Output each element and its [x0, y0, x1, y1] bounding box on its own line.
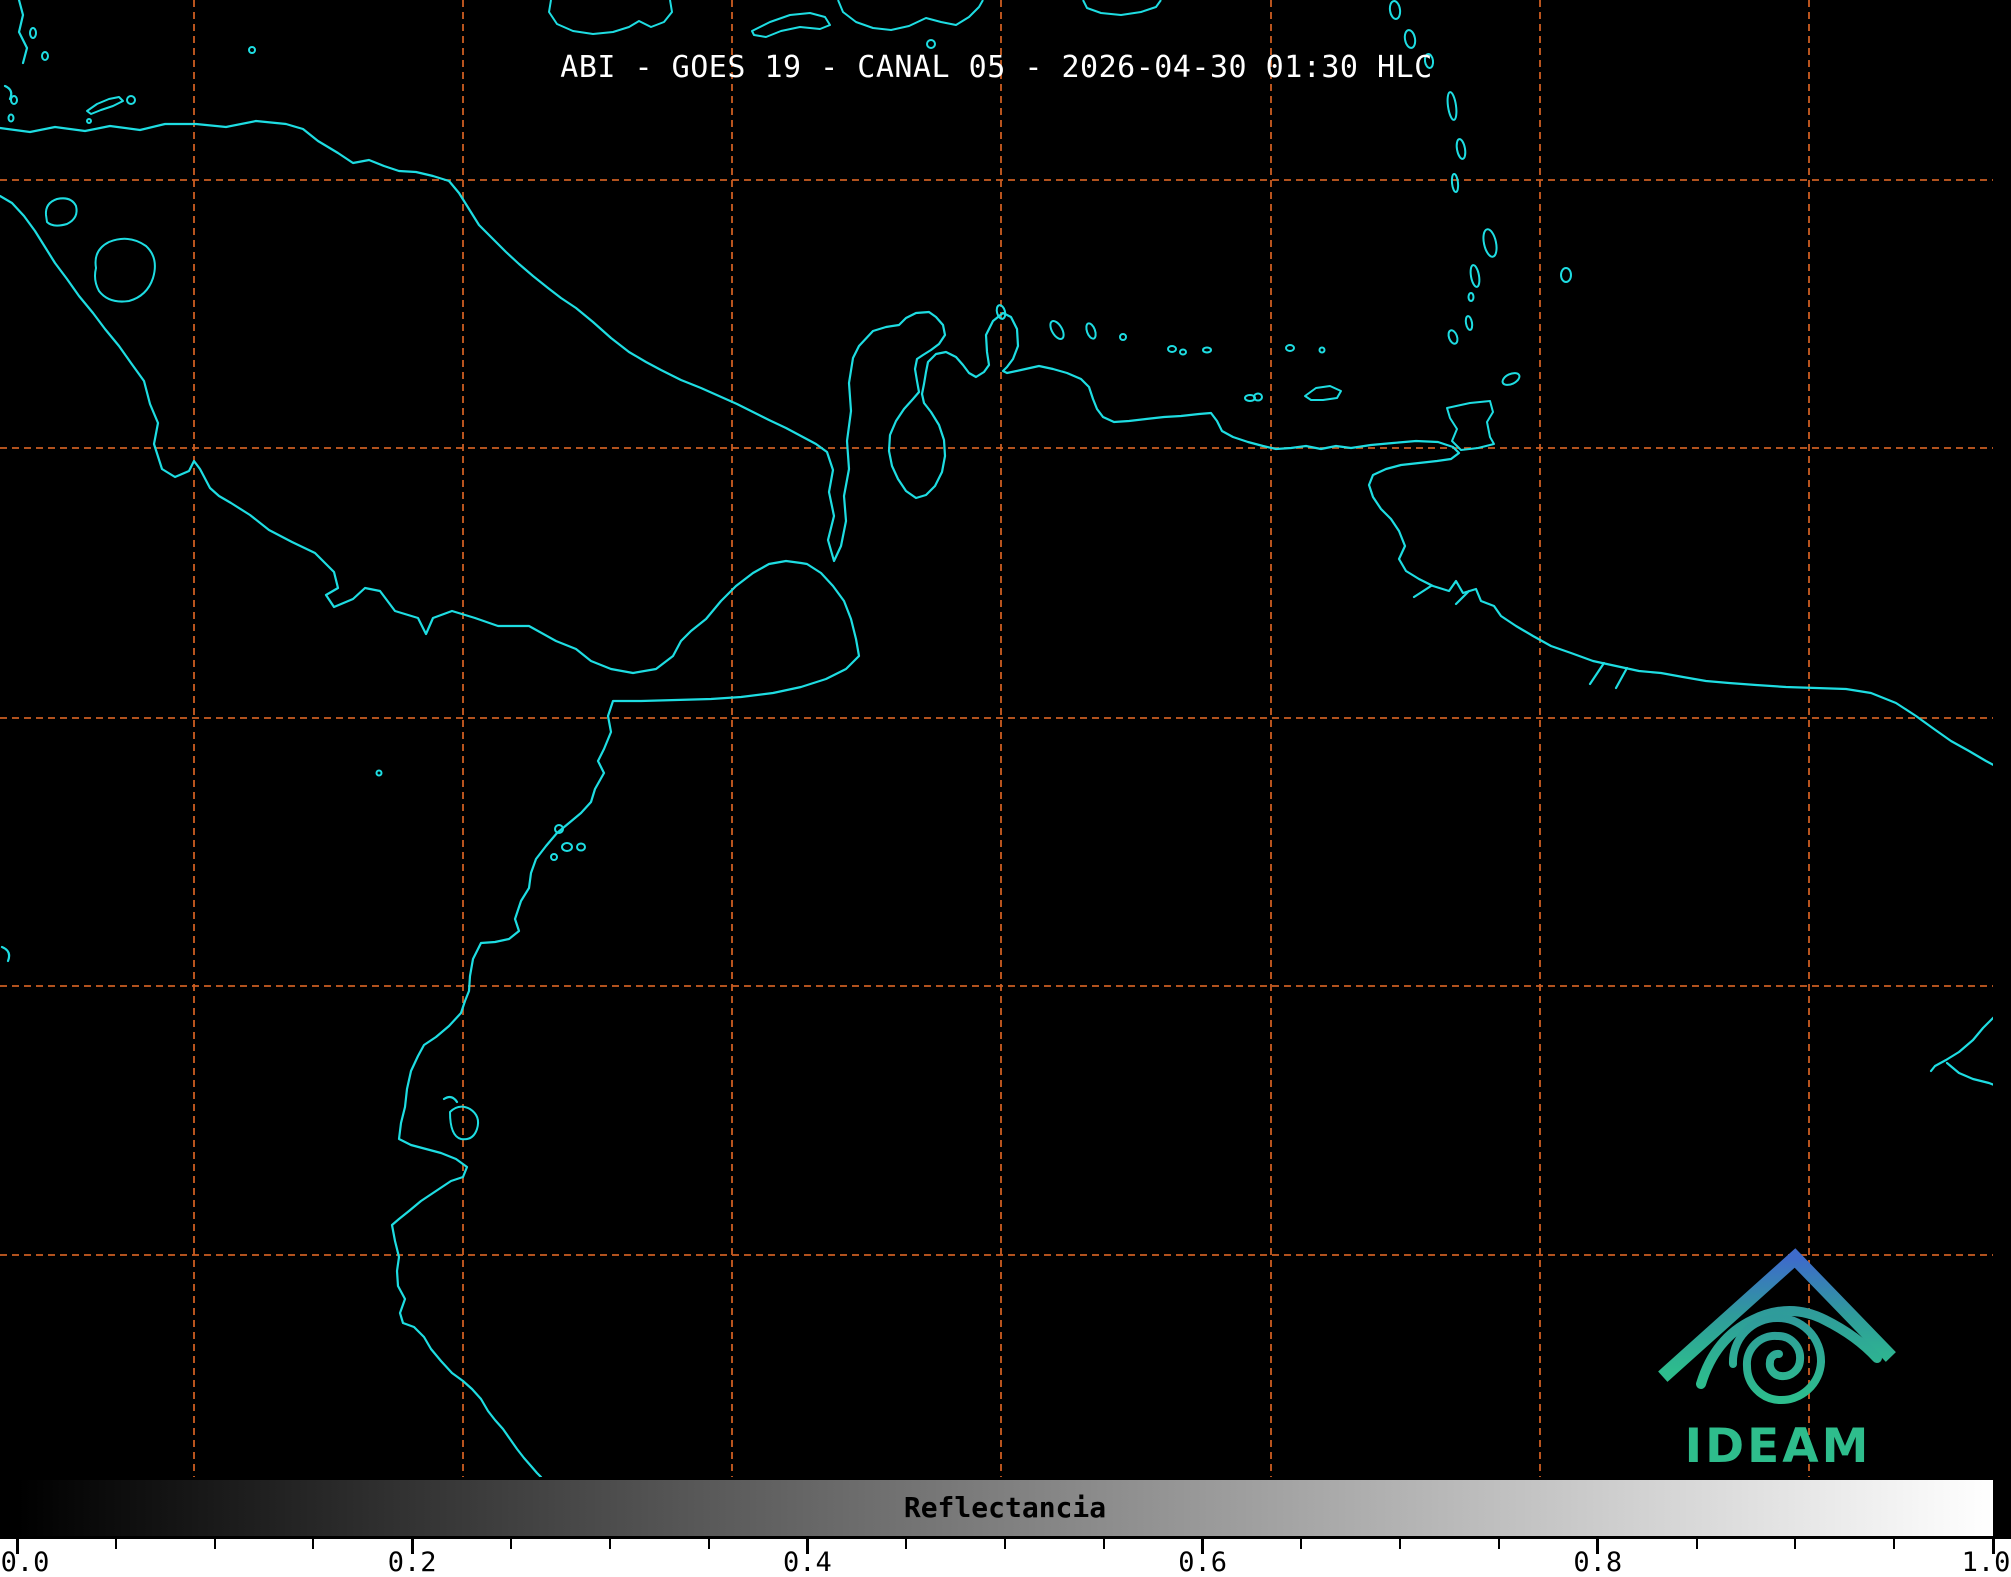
islet: [86, 118, 92, 124]
islet: [1469, 264, 1481, 288]
islet: [1560, 267, 1572, 283]
colorbar-minor-tick: [608, 1539, 611, 1549]
islet: [550, 853, 558, 861]
colorbar-minor-tick: [1695, 1539, 1698, 1549]
colorbar-minor-tick: [1794, 1539, 1797, 1549]
colorbar-minor-tick: [905, 1539, 908, 1549]
colorbar-tick-label: 1.0: [1961, 1547, 2011, 1577]
islet: [926, 39, 936, 49]
colorbar-minor-tick: [1102, 1539, 1105, 1549]
island-outline: [44, 197, 78, 227]
islet: [10, 95, 18, 105]
island-outline: [837, 0, 984, 31]
colorbar-minor-tick: [213, 1539, 216, 1549]
islet: [1318, 346, 1326, 354]
colorbar-axis-strip: 0.0 0.2 0.4 0.6 0.8 1.0: [0, 1539, 2011, 1577]
coastline-path: [1412, 584, 1629, 690]
island-outline: [449, 1105, 480, 1141]
island-outline: [94, 237, 156, 303]
colorbar-minor-tick: [114, 1539, 117, 1549]
coastline-path: [1929, 1016, 1993, 1086]
logo-text: IDEAM: [1685, 1419, 1872, 1474]
colorbar-minor-tick: [312, 1539, 315, 1549]
coastline-path: [0, 194, 861, 1477]
islet: [1447, 329, 1459, 345]
colorbar-tick-label: 0.0: [0, 1547, 50, 1577]
colorbar-minor-tick: [510, 1539, 512, 1549]
map-title: ABI - GOES 19 - CANAL 05 - 2026-04-30 01…: [560, 50, 1433, 85]
islet: [1179, 348, 1187, 356]
colorbar-tick-label: 0.8: [1573, 1547, 1623, 1577]
satellite-image-viewer: ABI - GOES 19 - CANAL 05 - 2026-04-30 01…: [0, 0, 2011, 1577]
colorbar-minor-tick: [1300, 1539, 1303, 1549]
islet: [561, 842, 573, 852]
islet: [1202, 346, 1212, 354]
island-outline: [86, 96, 124, 115]
island-outline: [751, 12, 831, 38]
ideam-logo: IDEAM: [1658, 1248, 1896, 1474]
islet: [126, 95, 136, 105]
colorbar-tick-label: 0.2: [387, 1547, 437, 1577]
colorbar-label: Reflectancia: [903, 1491, 1107, 1524]
colorbar-minor-tick: [1004, 1539, 1006, 1549]
colorbar-tick-label: 0.4: [783, 1547, 832, 1577]
islet: [1085, 322, 1097, 340]
colorbar-minor-tick: [1893, 1539, 1896, 1549]
island-outline: [1304, 385, 1342, 401]
island-outline: [1446, 400, 1495, 451]
islet: [1446, 91, 1458, 121]
island-outline: [1082, 0, 1162, 16]
islet: [1119, 333, 1127, 341]
islet: [1467, 292, 1475, 302]
colorbar-minor-tick: [1498, 1539, 1500, 1549]
islet: [576, 842, 586, 852]
islet: [1482, 228, 1498, 258]
islet: [1388, 0, 1402, 20]
islet: [1450, 173, 1460, 193]
colorbar-minor-tick: [707, 1539, 710, 1549]
islet: [1455, 138, 1467, 160]
coastline-path: [0, 0, 459, 1104]
islet: [29, 27, 37, 39]
islet: [375, 769, 383, 777]
islet: [1501, 372, 1521, 386]
islet: [1049, 319, 1065, 341]
colorbar-minor-tick: [1399, 1539, 1402, 1549]
islet: [1403, 29, 1417, 49]
islet: [1285, 344, 1295, 352]
island-outline: [548, 0, 673, 35]
islet: [7, 113, 15, 123]
colorbar-tick-label: 0.6: [1178, 1547, 1227, 1577]
colorbar: Reflectancia: [14, 1477, 1996, 1539]
islet: [1464, 315, 1474, 331]
islet: [1167, 345, 1177, 353]
